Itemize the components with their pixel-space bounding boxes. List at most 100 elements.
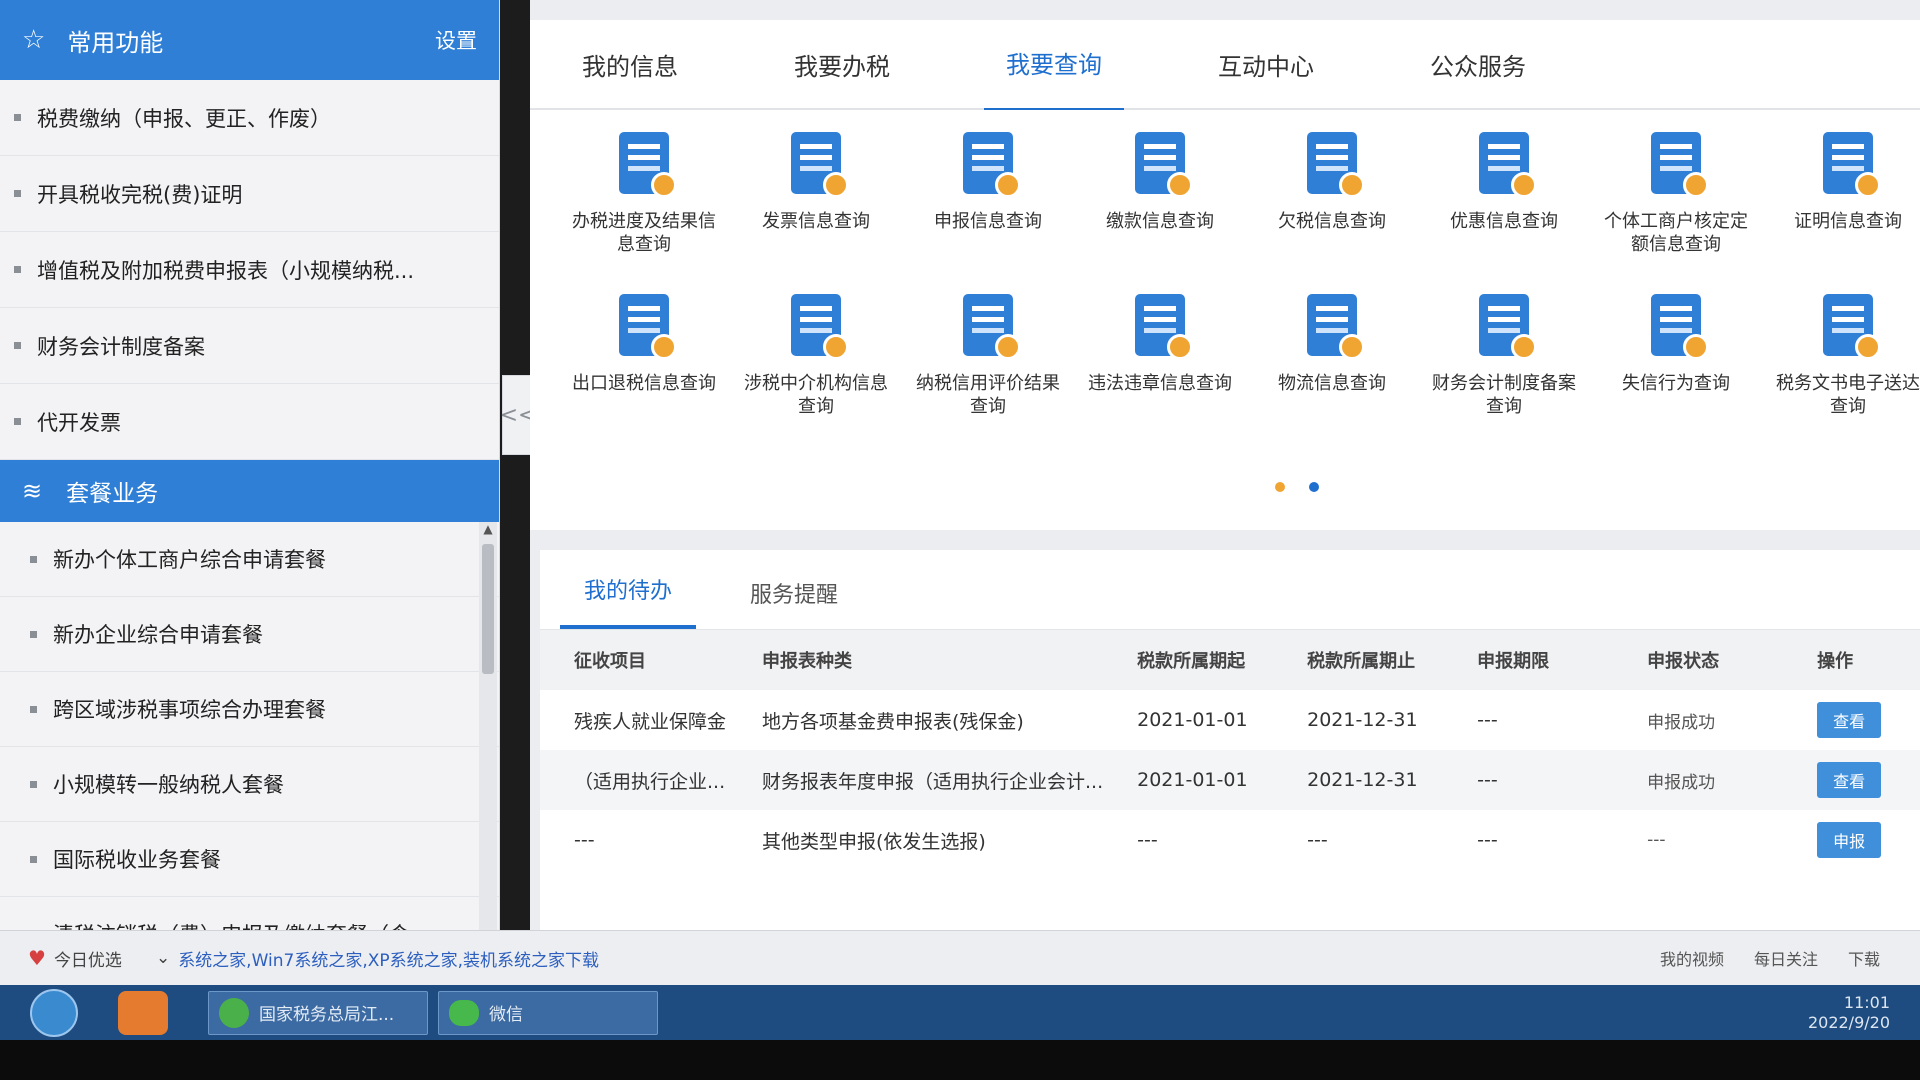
query-individual-quota[interactable]: 个体工商户核定定额信息查询	[1590, 132, 1762, 294]
package-item-small-to-general[interactable]: 小规模转一般纳税人套餐	[0, 747, 499, 822]
package-item-label: 新办个体工商户综合申请套餐	[53, 548, 326, 572]
daily-focus-link[interactable]: 每日关注	[1754, 946, 1818, 970]
cell-type: 财务报表年度申报（适用执行企业会计...	[762, 770, 1104, 793]
icon-label: 优惠信息查询	[1450, 211, 1558, 232]
icon-label: 税务文书电子送达查询	[1776, 373, 1920, 417]
browser-pinned-icon[interactable]	[118, 990, 168, 1035]
query-export-rebate[interactable]: 出口退税信息查询	[558, 294, 730, 456]
ie-icon	[219, 997, 249, 1028]
bullet-icon	[30, 705, 37, 713]
tab-public-service[interactable]: 公众服务	[1408, 19, 1548, 110]
query-icon-panel: 办税进度及结果信息查询 发票信息查询 申报信息查询 缴款信息查询 欠税信息查询 …	[530, 110, 1920, 530]
cell-action: 申报	[1783, 810, 1920, 870]
bullet-icon	[30, 855, 37, 863]
scrollbar-thumb[interactable]	[482, 544, 494, 674]
sidebar-item-vat-declaration[interactable]: 增值税及附加税费申报表（小规模纳税...	[0, 232, 499, 308]
query-electronic-docs[interactable]: 税务文书电子送达查询	[1762, 294, 1920, 456]
declaration-chart-icon	[957, 132, 1021, 198]
tab-query[interactable]: 我要查询	[984, 17, 1124, 112]
todo-panel: 我的待办 服务提醒 征收项目 申报表种类 税款所属期起 税款所属期止 申报期限 …	[540, 550, 1920, 930]
taskbar-task-tax-bureau[interactable]: 国家税务总局江...	[208, 990, 428, 1035]
package-item-individual[interactable]: 新办个体工商户综合申请套餐	[0, 522, 499, 597]
query-invoice-info[interactable]: 发票信息查询	[730, 132, 902, 294]
taskbar-task-wechat[interactable]: 微信	[438, 990, 658, 1035]
system-tray-clock[interactable]: 11:01 2022/9/20	[1808, 993, 1890, 1033]
package-list-area: 新办个体工商户综合申请套餐 新办企业综合申请套餐 跨区域涉税事项综合办理套餐 小…	[0, 522, 499, 962]
query-declaration-info[interactable]: 申报信息查询	[902, 132, 1074, 294]
package-item-international[interactable]: 国际税收业务套餐	[0, 822, 499, 897]
query-logistics[interactable]: 物流信息查询	[1246, 294, 1418, 456]
col-header: 申报表种类	[762, 651, 852, 672]
settings-link[interactable]: 设置	[435, 25, 477, 55]
page-dot-1[interactable]	[1275, 482, 1285, 492]
icon-label: 出口退税信息查询	[572, 373, 716, 394]
table-row: 残疾人就业保障金 地方各项基金费申报表(残保金) 2021-01-01 2021…	[540, 690, 1920, 750]
query-accounting-filing[interactable]: 财务会计制度备案查询	[1418, 294, 1590, 456]
package-item-label: 跨区域涉税事项综合办理套餐	[53, 698, 326, 722]
dishonesty-badge-icon	[1645, 294, 1709, 360]
sidebar-item-tax-certificate[interactable]: 开具税收完税(费)证明	[0, 156, 499, 232]
preferential-folder-icon	[1473, 132, 1537, 198]
declare-button[interactable]: 申报	[1817, 822, 1882, 858]
cell-action: 查看	[1783, 750, 1920, 810]
person-icon	[1645, 132, 1709, 198]
query-payment-info[interactable]: 缴款信息查询	[1074, 132, 1246, 294]
todo-tabs: 我的待办 服务提醒	[540, 550, 1920, 630]
pagination-dots	[1275, 482, 1319, 492]
icon-label: 个体工商户核定定额信息查询	[1604, 211, 1748, 255]
electronic-doc-icon	[1817, 294, 1881, 360]
todo-table: 征收项目 申报表种类 税款所属期起 税款所属期止 申报期限 申报状态 操作 残疾…	[540, 630, 1920, 870]
cell-start: 2021-01-01	[1137, 709, 1248, 731]
table-header-row: 征收项目 申报表种类 税款所属期起 税款所属期止 申报期限 申报状态 操作	[540, 630, 1920, 690]
cell-type: 地方各项基金费申报表(残保金)	[762, 710, 1024, 733]
package-item-label: 小规模转一般纳税人套餐	[53, 773, 284, 797]
icon-label: 申报信息查询	[934, 211, 1042, 232]
view-button[interactable]: 查看	[1817, 702, 1882, 738]
col-header: 税款所属期起	[1137, 651, 1246, 672]
query-credit-rating[interactable]: 纳税信用评价结果查询	[902, 294, 1074, 456]
cell-item: 残疾人就业保障金	[574, 710, 727, 733]
tab-my-info[interactable]: 我的信息	[560, 19, 700, 110]
bullet-icon	[30, 780, 37, 788]
package-item-cross-region[interactable]: 跨区域涉税事项综合办理套餐	[0, 672, 499, 747]
ad-link[interactable]: ⌄ 系统之家,Win7系统之家,XP系统之家,装机系统之家下载	[156, 946, 599, 971]
query-tax-arrears[interactable]: 欠税信息查询	[1246, 132, 1418, 294]
common-functions-title: 常用功能	[67, 28, 164, 57]
col-header: 操作	[1817, 651, 1854, 672]
sidebar-item-invoice-issue[interactable]: 代开发票	[0, 384, 499, 460]
icon-label: 缴款信息查询	[1106, 211, 1214, 232]
ad-link-label: 系统之家,Win7系统之家,XP系统之家,装机系统之家下载	[178, 950, 600, 971]
query-dishonesty[interactable]: 失信行为查询	[1590, 294, 1762, 456]
col-header: 征收项目	[574, 651, 646, 672]
export-folder-icon	[613, 294, 677, 360]
package-item-enterprise[interactable]: 新办企业综合申请套餐	[0, 597, 499, 672]
tab-tax-handling[interactable]: 我要办税	[772, 19, 912, 110]
query-violations[interactable]: 违法违章信息查询	[1074, 294, 1246, 456]
cell-item: ---	[574, 829, 595, 851]
heart-icon: ♥	[28, 946, 46, 970]
taskbar: 国家税务总局江... 微信 11:01 2022/9/20	[0, 985, 1920, 1040]
table-row: （适用执行企业... 财务报表年度申报（适用执行企业会计... 2021-01-…	[540, 750, 1920, 810]
tab-interaction-center[interactable]: 互动中心	[1196, 19, 1336, 110]
sidebar-item-accounting-filing[interactable]: 财务会计制度备案	[0, 308, 499, 384]
scroll-up-icon[interactable]: ▲	[479, 522, 497, 540]
page-dot-2[interactable]	[1309, 482, 1319, 492]
start-button[interactable]	[30, 988, 78, 1037]
tab-service-reminder[interactable]: 服务提醒	[726, 577, 862, 629]
tab-my-todo[interactable]: 我的待办	[560, 573, 697, 629]
query-preferential-info[interactable]: 优惠信息查询	[1418, 132, 1590, 294]
sidebar-scrollbar[interactable]: ▲ ▼	[479, 522, 497, 952]
cell-deadline: ---	[1477, 709, 1498, 731]
download-link[interactable]: 下载	[1848, 946, 1880, 970]
icon-label: 失信行为查询	[1622, 373, 1730, 394]
today-picks-label: 今日优选	[53, 950, 122, 971]
query-certificate-info[interactable]: 证明信息查询	[1762, 132, 1920, 294]
my-video-link[interactable]: 我的视频	[1660, 946, 1724, 970]
sidebar-item-tax-payment[interactable]: 税费缴纳（申报、更正、作废）	[0, 80, 499, 156]
icon-label: 物流信息查询	[1278, 373, 1386, 394]
cell-status: 申报成功	[1647, 772, 1716, 793]
query-progress-results[interactable]: 办税进度及结果信息查询	[558, 132, 730, 294]
view-button[interactable]: 查看	[1817, 762, 1882, 798]
query-tax-agency[interactable]: 涉税中介机构信息查询	[730, 294, 902, 456]
today-picks-link[interactable]: ♥ 今日优选	[28, 946, 122, 971]
